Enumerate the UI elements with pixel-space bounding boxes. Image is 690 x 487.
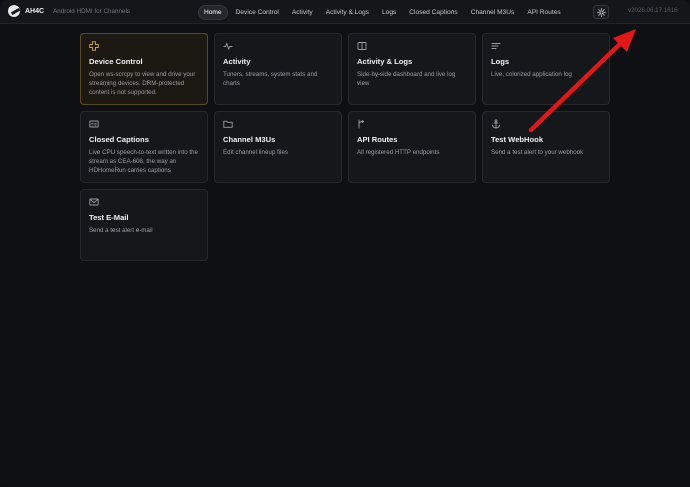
card-test-webhook[interactable]: Test WebHook Send a test alert to your w…: [482, 111, 610, 183]
card-title: Test E-Mail: [89, 213, 129, 222]
nav-api-routes[interactable]: API Routes: [522, 5, 565, 20]
card-title: Activity & Logs: [357, 57, 413, 66]
gamepad-icon: [89, 41, 99, 51]
nav-activity[interactable]: Activity: [287, 5, 318, 20]
top-navigation-bar: AH4C Android HDMI for Channels Home Devi…: [0, 0, 690, 24]
lines-icon: [491, 43, 501, 49]
card-description: Send a test alert e-mail: [89, 227, 153, 234]
card-description: Send a test alert to your webhook: [491, 149, 584, 156]
card-description: Open ws-scrcpy to view and drive your st…: [89, 71, 196, 97]
card-title: Closed Captions: [89, 135, 149, 144]
app-name: AH4C: [25, 7, 45, 15]
card-title: API Routes: [357, 135, 398, 144]
captions-icon: [89, 120, 99, 128]
app-window: AH4C Android HDMI for Channels Home Devi…: [0, 0, 690, 487]
card-closed-captions[interactable]: Closed Captions Live CPU speech-to-text …: [80, 111, 208, 183]
sun-icon: [596, 7, 606, 17]
card-device-control[interactable]: Device Control Open ws-scrcpy to view an…: [80, 33, 208, 105]
card-logs[interactable]: Logs Live, colorized application log: [482, 33, 610, 105]
card-activity[interactable]: Activity Tuners, streams, system stats a…: [214, 33, 342, 105]
card-title: Logs: [491, 57, 510, 66]
card-description: Tuners, streams, system stats and charts: [223, 71, 318, 88]
card-api-routes[interactable]: API Routes All registered HTTP endpoints: [348, 111, 476, 183]
anchor-icon: [491, 119, 501, 129]
card-description: Side-by-side dashboard and live log view: [357, 71, 456, 88]
nav-device-control[interactable]: Device Control: [231, 5, 284, 20]
pulse-icon: [223, 42, 233, 51]
folder-icon: [223, 120, 233, 128]
nav-channel-m3us[interactable]: Channel M3Us: [466, 5, 520, 20]
route-icon: [358, 119, 365, 129]
theme-toggle-button[interactable]: [593, 5, 609, 19]
nav-activity-logs[interactable]: Activity & Logs: [321, 5, 374, 20]
app-logo-icon: [8, 5, 20, 17]
nav-logs[interactable]: Logs: [377, 5, 401, 20]
brand[interactable]: AH4C Android HDMI for Channels: [8, 5, 130, 17]
nav-home[interactable]: Home: [198, 4, 228, 20]
card-activity-logs[interactable]: Activity & Logs Side-by-side dashboard a…: [348, 33, 476, 105]
app-subtitle: Android HDMI for Channels: [53, 7, 131, 15]
split-view-icon: [357, 42, 367, 50]
mail-icon: [89, 198, 99, 206]
card-title: Activity: [223, 57, 251, 66]
card-description: Edit channel lineup files: [223, 149, 289, 156]
nav-closed-captions[interactable]: Closed Captions: [404, 5, 462, 20]
card-title: Device Control: [89, 57, 143, 66]
card-description: Live CPU speech-to-text written into the…: [89, 149, 199, 175]
main-nav: Home Device Control Activity Activity & …: [198, 4, 569, 20]
card-description: Live, colorized application log: [491, 71, 572, 78]
card-title: Channel M3Us: [223, 135, 276, 144]
version-label: v2026.06.17.1616: [628, 7, 678, 14]
card-test-email[interactable]: Test E-Mail Send a test alert e-mail: [80, 189, 208, 261]
card-description: All registered HTTP endpoints: [357, 149, 440, 156]
card-title: Test WebHook: [491, 135, 544, 144]
card-channel-m3us[interactable]: Channel M3Us Edit channel lineup files: [214, 111, 342, 183]
